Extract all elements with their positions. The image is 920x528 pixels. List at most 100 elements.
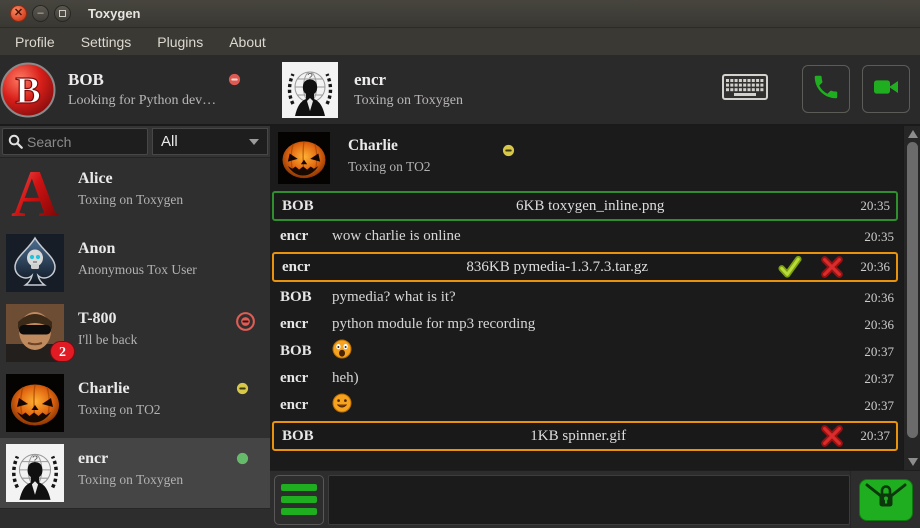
chat-contact-card: Charlie Toxing on TO2 bbox=[270, 129, 920, 189]
contact-status-column bbox=[236, 452, 254, 508]
menu-item-profile[interactable]: Profile bbox=[2, 28, 68, 55]
accept-file-button[interactable] bbox=[778, 255, 802, 279]
toxygen-window: ✕ – Toxygen ProfileSettingsPluginsAbout … bbox=[0, 0, 920, 528]
spade-skull-avatar bbox=[6, 234, 64, 292]
self-info: BOB Looking for Python dev… bbox=[68, 70, 216, 109]
main-area: All A AliceToxing on Toxygen Anon Anonymou… bbox=[0, 126, 920, 528]
file-transfer-row: encr836KB pymedia-1.3.7.3.tar.gz20:36 bbox=[272, 252, 898, 282]
call-controls bbox=[722, 65, 910, 113]
maximize-icon[interactable] bbox=[54, 5, 71, 22]
message-text bbox=[332, 339, 864, 364]
contact-info: Charlie Toxing on TO2 bbox=[78, 380, 236, 438]
contact-info: AliceToxing on Toxygen bbox=[78, 170, 236, 228]
away-status-icon bbox=[236, 382, 249, 399]
contact-row-charlie[interactable]: Charlie Toxing on TO2 bbox=[0, 368, 270, 438]
peer-status-message: Toxing on Toxygen bbox=[354, 93, 463, 109]
message-list: BOB6KB toxygen_inline.png20:35encrwow ch… bbox=[270, 191, 920, 451]
scrollbar-thumb[interactable] bbox=[907, 142, 918, 438]
file-name-label: 1KB spinner.gif bbox=[336, 428, 820, 445]
cancel-file-button[interactable] bbox=[820, 424, 844, 448]
message-row: encrheh)20:37 bbox=[270, 365, 920, 392]
send-message-button[interactable] bbox=[859, 479, 913, 521]
chat-panel: Charlie Toxing on TO2 BOB6KB toxygen_inl… bbox=[270, 126, 920, 528]
video-call-button[interactable] bbox=[862, 65, 910, 113]
terminator-avatar: 2 bbox=[6, 304, 64, 362]
contact-list: A AliceToxing on Toxygen Anon Anonymous To… bbox=[0, 158, 270, 508]
menu-item-plugins[interactable]: Plugins bbox=[144, 28, 216, 55]
file-name-label: 836KB pymedia-1.3.7.3.tar.gz bbox=[336, 259, 778, 276]
menu-bar: ProfileSettingsPluginsAbout bbox=[0, 28, 920, 55]
send-area bbox=[850, 471, 920, 528]
message-input[interactable] bbox=[328, 475, 850, 525]
message-text: heh) bbox=[332, 370, 864, 387]
busy-status-icon bbox=[228, 73, 241, 91]
message-sender: encr bbox=[270, 397, 332, 414]
contact-status-column bbox=[236, 312, 254, 368]
message-sender: encr bbox=[270, 370, 332, 387]
peer-name: encr bbox=[354, 70, 463, 90]
menu-item-settings[interactable]: Settings bbox=[68, 28, 145, 55]
video-camera-icon bbox=[870, 71, 902, 108]
message-text bbox=[332, 393, 864, 418]
message-row: encrwow charlie is online20:35 bbox=[270, 223, 920, 250]
menu-item-about[interactable]: About bbox=[216, 28, 279, 55]
scroll-up-icon[interactable] bbox=[908, 130, 918, 138]
audio-call-button[interactable] bbox=[802, 65, 850, 113]
contact-status-column bbox=[236, 242, 254, 298]
away-status-icon bbox=[502, 144, 515, 162]
contact-info: encrToxing on Toxygen bbox=[78, 450, 236, 508]
contact-filter-dropdown[interactable]: All bbox=[152, 128, 268, 155]
anonymous-avatar: ? bbox=[6, 444, 64, 502]
search-input[interactable] bbox=[27, 134, 135, 150]
contact-status-message: Toxing on TO2 bbox=[78, 402, 236, 418]
attachments-menu-button[interactable] bbox=[274, 475, 324, 525]
contact-info: Anon Anonymous Tox User bbox=[78, 240, 236, 298]
contact-row-anon[interactable]: Anon Anonymous Tox User bbox=[0, 228, 270, 298]
message-text: pymedia? what is it? bbox=[332, 289, 864, 306]
message-text: wow charlie is online bbox=[332, 228, 864, 245]
secure-send-icon bbox=[863, 480, 909, 519]
chat-contact-avatar bbox=[278, 132, 330, 184]
contact-row-t-800[interactable]: 2 T-800 I'll be back bbox=[0, 298, 270, 368]
close-icon[interactable]: ✕ bbox=[10, 5, 27, 22]
search-icon bbox=[8, 134, 23, 149]
peer-profile-card: ? encr Toxing on Toxygen bbox=[270, 55, 920, 124]
contact-row-alice[interactable]: A AliceToxing on Toxygen bbox=[0, 158, 270, 228]
contact-status-message: Anonymous Tox User bbox=[78, 262, 236, 278]
message-time: 20:35 bbox=[860, 198, 896, 214]
cancel-file-button[interactable] bbox=[820, 255, 844, 279]
file-actions bbox=[820, 424, 844, 448]
file-transfer-row: BOB6KB toxygen_inline.png20:35 bbox=[272, 191, 898, 221]
sidebar-filler bbox=[0, 508, 270, 528]
message-sender: BOB bbox=[270, 343, 332, 360]
file-actions bbox=[778, 255, 844, 279]
smile-emoji bbox=[332, 393, 352, 413]
contact-status-message: Toxing on Toxygen bbox=[78, 192, 236, 208]
contact-row-encr[interactable]: ? encrToxing on Toxygen bbox=[0, 438, 270, 508]
chat-contact-status-message: Toxing on TO2 bbox=[348, 159, 431, 175]
self-profile-card[interactable]: B BOB Looking for Python dev… bbox=[0, 55, 270, 124]
message-sender: encr bbox=[270, 316, 332, 333]
busy-unread-status-icon bbox=[236, 318, 255, 335]
contact-status-message: I'll be back bbox=[78, 332, 236, 348]
message-time: 20:36 bbox=[860, 259, 896, 275]
minimize-icon[interactable]: – bbox=[32, 5, 49, 22]
contact-name: Charlie bbox=[78, 380, 236, 398]
self-avatar[interactable]: B bbox=[0, 62, 56, 118]
message-sender: BOB bbox=[274, 428, 336, 445]
svg-text:A: A bbox=[11, 164, 59, 222]
contact-name: T-800 bbox=[78, 310, 236, 328]
message-row: BOBpymedia? what is it?20:36 bbox=[270, 284, 920, 311]
letter-a-avatar: A bbox=[6, 164, 64, 222]
message-history: Charlie Toxing on TO2 BOB6KB toxygen_inl… bbox=[270, 126, 920, 470]
self-name: BOB bbox=[68, 70, 216, 90]
keyboard-icon[interactable] bbox=[722, 74, 768, 105]
title-bar: ✕ – Toxygen bbox=[0, 0, 920, 28]
contact-status-column bbox=[236, 172, 254, 228]
message-sender: BOB bbox=[270, 289, 332, 306]
chat-scrollbar[interactable] bbox=[903, 126, 920, 470]
message-text: python module for mp3 recording bbox=[332, 316, 864, 333]
chat-contact-info: Charlie Toxing on TO2 bbox=[348, 137, 431, 189]
contact-name: Anon bbox=[78, 240, 236, 258]
scroll-down-icon[interactable] bbox=[908, 458, 918, 466]
